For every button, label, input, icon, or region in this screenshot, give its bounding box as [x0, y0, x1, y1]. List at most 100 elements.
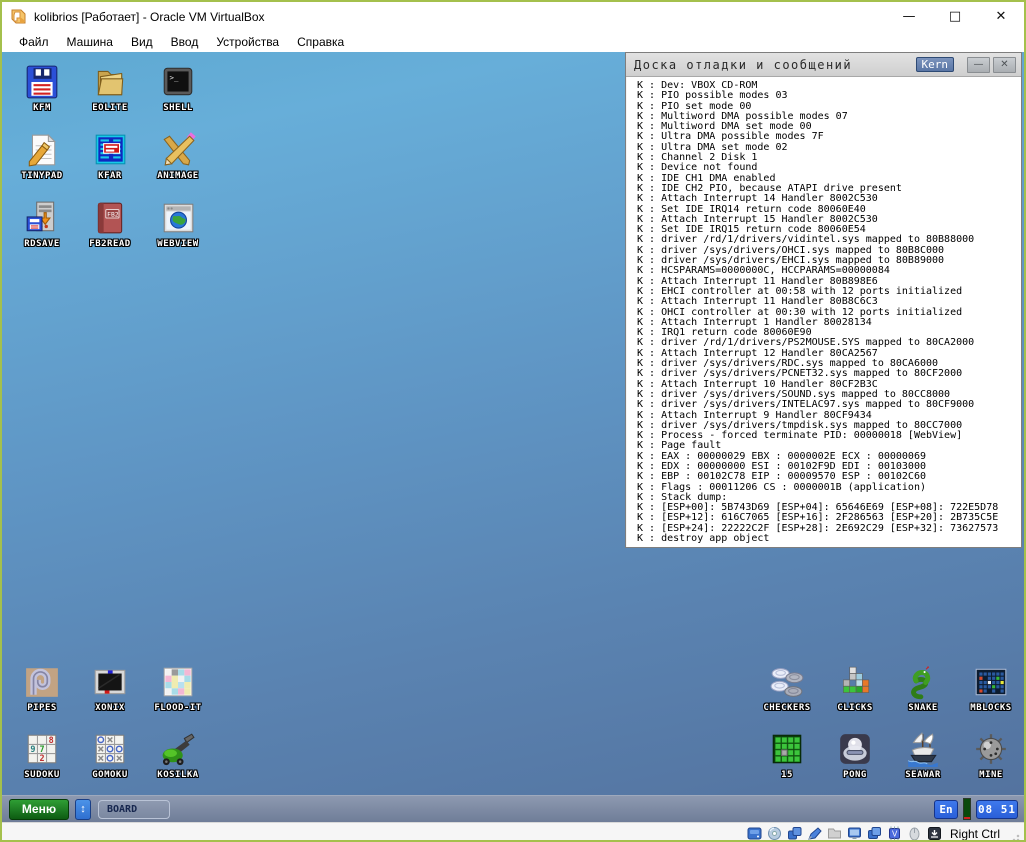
desktop-icon-xonix[interactable]: XONIX — [76, 659, 144, 726]
desktop-icon-label: KFAR — [98, 171, 122, 181]
features-icon[interactable]: V — [887, 826, 902, 841]
desktop-games-right-group: CHECKERS CLICKS SNAKE MBLOCKS — [753, 659, 1024, 793]
debug-log: K : Dev: VBOX CD-ROM K : PIO possible mo… — [629, 78, 1018, 544]
desktop-icon-pipes[interactable]: PIPES — [8, 659, 76, 726]
video-capture-icon[interactable] — [867, 826, 882, 841]
svg-text:8: 8 — [49, 735, 54, 745]
desktop-icon-label: RDSAVE — [24, 239, 60, 249]
desktop-icon-checkers[interactable]: CHECKERS — [753, 659, 821, 726]
start-menu-button[interactable]: Меню — [9, 799, 69, 820]
desktop-icon-animage[interactable]: ANIMAGE — [144, 127, 212, 195]
desktop-icon-shell[interactable]: >_ SHELL — [144, 59, 212, 127]
debug-close-button[interactable]: ✕ — [993, 57, 1016, 73]
desktop-icon-label: XONIX — [95, 703, 125, 713]
ship-icon — [904, 730, 942, 768]
hdd-icon[interactable] — [747, 826, 762, 841]
lawnmower-icon — [159, 730, 197, 768]
fifteen-icon — [768, 730, 806, 768]
file-manager-icon — [91, 131, 129, 169]
desktop-icon-label: 15 — [781, 770, 793, 780]
desktop-icon-pong[interactable]: PONG — [821, 726, 889, 793]
desktop-apps-group: KFM EOLITE >_ SHELL TINYPAD — [8, 59, 212, 263]
minimize-button[interactable]: — — [886, 2, 932, 31]
menu-devices[interactable]: Устройства — [207, 33, 288, 51]
menu-view[interactable]: Вид — [122, 33, 162, 51]
debug-board-window: Доска отладки и сообщений Kern — ✕ K : D… — [625, 52, 1022, 548]
desktop-icon-label: SHELL — [163, 103, 193, 113]
desktop-icon-webview[interactable]: WEBVIEW — [144, 195, 212, 263]
desktop-icon-kfar[interactable]: KFAR — [76, 127, 144, 195]
desktop-icon-label: PIPES — [27, 703, 57, 713]
close-button[interactable]: ✕ — [978, 2, 1024, 31]
gomoku-icon — [91, 730, 129, 768]
desktop-icon-fb2read[interactable]: FB2 FB2READ — [76, 195, 144, 263]
kolibrios-taskbar: Меню ↕ BOARD En 08 51 — [2, 795, 1024, 822]
desktop-icon-snake[interactable]: SNAKE — [889, 659, 957, 726]
debug-window-titlebar[interactable]: Доска отладки и сообщений Kern — ✕ — [626, 53, 1021, 77]
virtualbox-window: kolibrios [Работает] - Oracle VM Virtual… — [0, 0, 1026, 842]
desktop-icon-tinypad[interactable]: TINYPAD — [8, 127, 76, 195]
desktop-icon-label: MINE — [979, 770, 1003, 780]
desktop-icon-label: FLOOD-IT — [154, 703, 201, 713]
resize-grip[interactable] — [1010, 832, 1020, 842]
kern-button[interactable]: Kern — [916, 57, 955, 72]
desktop-icon-label: SUDOKU — [24, 770, 60, 780]
pencils-icon — [159, 131, 197, 169]
taskbar-updown-button[interactable]: ↕ — [75, 799, 91, 820]
desktop-icon-mblocks[interactable]: MBLOCKS — [957, 659, 1024, 726]
network-icon[interactable] — [787, 826, 802, 841]
desktop-icon-seawar[interactable]: SEAWAR — [889, 726, 957, 793]
cpu-usage-gauge[interactable] — [963, 798, 971, 820]
desktop-icon-label: KFM — [33, 103, 51, 113]
desktop-icon-kosilka[interactable]: KOSILKA — [144, 726, 212, 793]
mouse-icon[interactable] — [907, 826, 922, 841]
floppy-icon — [23, 63, 61, 101]
desktop-icon-label: KOSILKA — [157, 770, 198, 780]
usb-icon[interactable] — [807, 826, 822, 841]
snake-icon — [904, 663, 942, 701]
svg-text:FB2: FB2 — [107, 211, 119, 218]
menu-machine[interactable]: Машина — [58, 33, 122, 51]
virtualbox-statusbar: V Right Ctrl — [2, 822, 1024, 842]
shared-folders-icon[interactable] — [827, 826, 842, 841]
desktop-icon-label: PONG — [843, 770, 867, 780]
svg-text:>_: >_ — [170, 73, 179, 82]
maximize-button[interactable]: □ — [932, 2, 978, 31]
desktop-icon-label: WEBVIEW — [157, 239, 198, 249]
debug-minimize-button[interactable]: — — [967, 57, 990, 73]
checkers-icon — [768, 663, 806, 701]
taskbar-task-board[interactable]: BOARD — [98, 800, 170, 819]
mine-icon — [972, 730, 1010, 768]
desktop-icon-kfm[interactable]: KFM — [8, 59, 76, 127]
display-icon[interactable] — [847, 826, 862, 841]
taskbar-clock[interactable]: 08 51 — [976, 800, 1018, 819]
menu-help[interactable]: Справка — [288, 33, 353, 51]
desktop-icon-label: ANIMAGE — [157, 171, 198, 181]
desktop-games-left-group: PIPES XONIX FLOOD-IT 8972 SUDOKU — [8, 659, 212, 793]
desktop-icon-flood-it[interactable]: FLOOD-IT — [144, 659, 212, 726]
language-indicator[interactable]: En — [934, 800, 958, 819]
desktop-icon-label: SNAKE — [908, 703, 938, 713]
optical-disc-icon[interactable] — [767, 826, 782, 841]
svg-text:2: 2 — [39, 753, 44, 763]
browser-icon — [159, 199, 197, 237]
desktop-icon-rdsave[interactable]: RDSAVE — [8, 195, 76, 263]
menu-file[interactable]: Файл — [10, 33, 58, 51]
mblocks-icon — [972, 663, 1010, 701]
window-title: kolibrios [Работает] - Oracle VM Virtual… — [34, 10, 886, 24]
book-icon: FB2 — [91, 199, 129, 237]
menu-input[interactable]: Ввод — [162, 33, 208, 51]
keyboard-icon[interactable] — [927, 826, 942, 841]
save-disk-icon — [23, 199, 61, 237]
desktop-icon-clicks[interactable]: CLICKS — [821, 659, 889, 726]
notepad-icon — [23, 131, 61, 169]
desktop-icon-label: CLICKS — [837, 703, 873, 713]
clicks-icon — [836, 663, 874, 701]
desktop-icon-sudoku[interactable]: 8972 SUDOKU — [8, 726, 76, 793]
desktop-icon-label: CHECKERS — [763, 703, 810, 713]
flood-it-icon — [159, 663, 197, 701]
desktop-icon-mine[interactable]: MINE — [957, 726, 1024, 793]
desktop-icon-gomoku[interactable]: GOMOKU — [76, 726, 144, 793]
desktop-icon-15[interactable]: 15 — [753, 726, 821, 793]
desktop-icon-eolite[interactable]: EOLITE — [76, 59, 144, 127]
